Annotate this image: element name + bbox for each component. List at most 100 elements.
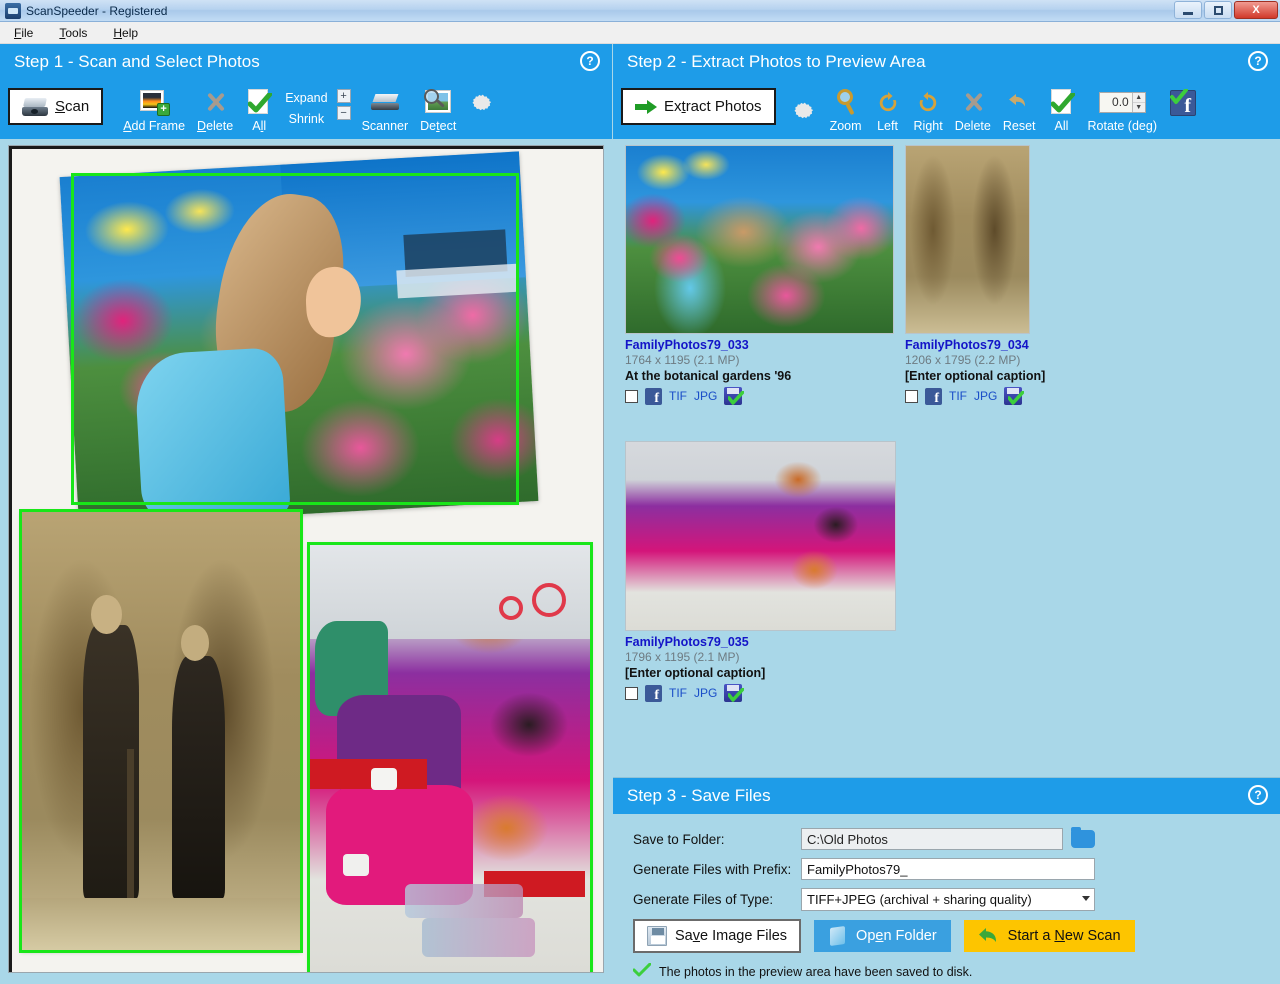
zoom-magnifier-icon xyxy=(834,86,858,118)
rotate-degrees-control[interactable]: 0.0 ▲▼ Rotate (deg) xyxy=(1082,86,1163,133)
zoom-button[interactable]: Zoom xyxy=(824,86,868,133)
shrink-minus-icon[interactable]: − xyxy=(337,106,351,120)
save-icon[interactable] xyxy=(724,387,742,405)
select-all-previews-button[interactable]: All xyxy=(1042,86,1082,133)
filetype-select[interactable]: TIFF+JPEG (archival + sharing quality) xyxy=(801,888,1095,911)
rotate-right-button[interactable]: Right xyxy=(908,86,949,133)
rotate-down-arrow[interactable]: ▼ xyxy=(1133,103,1145,112)
preview-select-checkbox[interactable] xyxy=(625,687,638,700)
preview-thumbnail-2[interactable] xyxy=(905,145,1030,334)
preview-caption[interactable]: At the botanical gardens '96 xyxy=(625,369,900,383)
step1-help-icon[interactable]: ? xyxy=(580,51,600,71)
preview-select-checkbox[interactable] xyxy=(625,390,638,403)
step2-title: Step 2 - Extract Photos to Preview Area xyxy=(627,52,926,72)
left-label: Left xyxy=(877,119,898,133)
prefix-input[interactable]: FamilyPhotos79_ xyxy=(801,858,1095,880)
expand-label: Expand xyxy=(285,91,327,105)
tif-link[interactable]: TIF xyxy=(669,686,687,700)
filetype-value: TIFF+JPEG (archival + sharing quality) xyxy=(807,892,1032,907)
step2-toolbar: Extract Photos Zoom Left Right xyxy=(613,80,1280,139)
select-all-button[interactable]: All xyxy=(239,86,279,133)
tif-link[interactable]: TIF xyxy=(669,389,687,403)
facebook-upload-button[interactable]: f xyxy=(1163,86,1203,116)
back-arrow-icon xyxy=(978,927,1000,945)
maximize-button[interactable] xyxy=(1204,1,1232,19)
step1-title: Step 1 - Scan and Select Photos xyxy=(14,52,260,72)
jpg-link[interactable]: JPG xyxy=(694,389,717,403)
scanned-photo-3[interactable] xyxy=(309,544,591,973)
window-titlebar: ScanSpeeder - Registered X xyxy=(0,0,1280,22)
menubar: File Tools Help xyxy=(0,22,1280,44)
preview-dimensions: 1796 x 1195 (2.1 MP) xyxy=(625,650,900,664)
menu-tools[interactable]: Tools xyxy=(55,24,91,42)
menu-help[interactable]: Help xyxy=(109,24,142,42)
step2-all-label: All xyxy=(1055,119,1069,133)
step1-settings-button[interactable] xyxy=(462,86,502,133)
preview-filename[interactable]: FamilyPhotos79_033 xyxy=(625,338,900,352)
zoom-label: Zoom xyxy=(830,119,862,133)
start-new-scan-button[interactable]: Start a New Scan xyxy=(964,920,1135,952)
preview-dimensions: 1206 x 1795 (2.2 MP) xyxy=(905,353,1125,367)
rotate-left-button[interactable]: Left xyxy=(868,86,908,133)
delete-frame-button[interactable]: Delete xyxy=(191,86,239,133)
filetype-row: Generate Files of Type: TIFF+JPEG (archi… xyxy=(633,888,1262,911)
facebook-icon[interactable]: f xyxy=(645,685,662,702)
step3-buttons: Save Image Files Open Folder Start a New… xyxy=(633,919,1262,953)
step1-toolbar: Scan + Add Frame Delete All Expand Shrin… xyxy=(0,80,612,139)
step2-settings-button[interactable] xyxy=(784,86,824,126)
minimize-button[interactable] xyxy=(1174,1,1202,19)
reset-button[interactable]: Reset xyxy=(997,86,1042,133)
save-icon[interactable] xyxy=(1004,387,1022,405)
rotate-spinner[interactable]: 0.0 ▲▼ xyxy=(1099,86,1146,118)
facebook-icon[interactable]: f xyxy=(925,388,942,405)
select-all-check-icon xyxy=(246,86,272,118)
preview-caption[interactable]: [Enter optional caption] xyxy=(905,369,1125,383)
preview-thumbnail-3[interactable] xyxy=(625,441,896,631)
open-folder-button[interactable]: Open Folder xyxy=(814,920,951,952)
scanned-photo-2[interactable] xyxy=(21,511,301,951)
step2-header: Step 2 - Extract Photos to Preview Area … xyxy=(613,44,1280,80)
menu-file[interactable]: File xyxy=(10,24,37,42)
preview-item-1[interactable]: FamilyPhotos79_033 1764 x 1195 (2.1 MP) … xyxy=(625,145,900,405)
detect-button[interactable]: Detect xyxy=(414,86,462,133)
right-label: Right xyxy=(914,119,943,133)
save-icon[interactable] xyxy=(724,684,742,702)
preview-area: FamilyPhotos79_033 1764 x 1195 (2.1 MP) … xyxy=(613,145,1280,810)
scan-bed-left-edge xyxy=(9,146,12,972)
scanned-photo-1[interactable] xyxy=(60,151,539,526)
scan-button[interactable]: Scan xyxy=(8,88,103,125)
right-column: Step 2 - Extract Photos to Preview Area … xyxy=(613,44,1280,984)
tif-link[interactable]: TIF xyxy=(949,389,967,403)
delete-preview-button[interactable]: Delete xyxy=(949,86,997,133)
preview-thumbnail-1[interactable] xyxy=(625,145,894,334)
expand-plus-icon[interactable]: + xyxy=(337,89,351,103)
close-button[interactable]: X xyxy=(1234,1,1278,19)
extract-photos-button[interactable]: Extract Photos xyxy=(621,88,776,125)
browse-folder-icon[interactable] xyxy=(1071,830,1095,848)
chevron-down-icon xyxy=(1082,896,1090,901)
preview-item-3[interactable]: FamilyPhotos79_035 1796 x 1195 (2.1 MP) … xyxy=(625,441,900,702)
preview-filename[interactable]: FamilyPhotos79_034 xyxy=(905,338,1125,352)
jpg-link[interactable]: JPG xyxy=(694,686,717,700)
preview-select-checkbox[interactable] xyxy=(905,390,918,403)
step2-help-icon[interactable]: ? xyxy=(1248,51,1268,71)
step3-help-icon[interactable]: ? xyxy=(1248,785,1268,805)
expand-shrink-icon[interactable]: + − xyxy=(337,89,351,120)
preview-filename[interactable]: FamilyPhotos79_035 xyxy=(625,635,900,649)
window-title: ScanSpeeder - Registered xyxy=(26,4,167,18)
preview-caption[interactable]: [Enter optional caption] xyxy=(625,666,900,680)
save-folder-input[interactable]: C:\Old Photos xyxy=(801,828,1063,850)
expand-shrink-buttons[interactable]: + − xyxy=(334,86,356,120)
scan-bed[interactable] xyxy=(8,145,604,973)
save-status-text: The photos in the preview area have been… xyxy=(659,965,972,979)
add-frame-button[interactable]: + Add Frame xyxy=(117,86,191,133)
rotate-up-arrow[interactable]: ▲ xyxy=(1133,93,1145,103)
preview-item-2[interactable]: FamilyPhotos79_034 1206 x 1795 (2.2 MP) … xyxy=(905,145,1125,405)
scanner-settings-button[interactable]: Scanner xyxy=(356,86,415,133)
floppy-disk-icon xyxy=(647,926,667,946)
facebook-icon[interactable]: f xyxy=(645,388,662,405)
rotate-value[interactable]: 0.0 xyxy=(1100,93,1132,112)
step2-delete-label: Delete xyxy=(955,119,991,133)
jpg-link[interactable]: JPG xyxy=(974,389,997,403)
save-image-files-button[interactable]: Save Image Files xyxy=(633,919,801,953)
